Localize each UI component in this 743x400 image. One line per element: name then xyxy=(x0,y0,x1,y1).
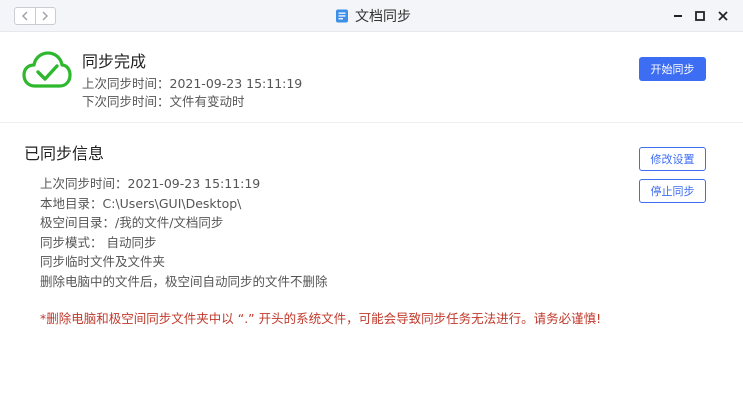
start-sync-button[interactable]: 开始同步 xyxy=(639,57,706,81)
cloud-check-icon xyxy=(22,51,72,88)
window-title-text: 文档同步 xyxy=(355,9,411,25)
chevron-right-icon xyxy=(42,11,49,21)
back-button[interactable] xyxy=(15,8,35,24)
close-icon xyxy=(718,11,728,21)
sync-status-title: 同步完成 xyxy=(82,52,147,71)
chevron-left-icon xyxy=(21,11,28,21)
navigation-buttons xyxy=(14,7,56,25)
maximize-icon xyxy=(695,11,705,21)
info-local-directory: 本地目录：C:\Users\GUI\Desktop\ xyxy=(40,195,242,211)
info-sync-mode: 同步模式： 自动同步 xyxy=(40,234,157,250)
title-bar: 文档同步 xyxy=(0,0,743,32)
synced-info-title: 已同步信息 xyxy=(24,144,105,163)
minimize-icon xyxy=(674,15,682,17)
sync-status-panel: 同步完成 上次同步时间：2021-09-23 15:11:19 下次同步时间：文… xyxy=(0,33,743,123)
stop-sync-button[interactable]: 停止同步 xyxy=(639,179,706,203)
modify-settings-button[interactable]: 修改设置 xyxy=(639,147,706,171)
maximize-button[interactable] xyxy=(693,9,707,23)
info-sync-temp-files: 同步临时文件及文件夹 xyxy=(40,254,166,269)
synced-info-list: 上次同步时间：2021-09-23 15:11:19 本地目录：C:\Users… xyxy=(40,174,328,291)
warning-text: *删除电脑和极空间同步文件夹中以 “.” 开头的系统文件，可能会导致同步任务无法… xyxy=(40,311,602,326)
next-sync-time: 下次同步时间：文件有变动时 xyxy=(82,94,245,109)
info-delete-policy: 删除电脑中的文件后，极空间自动同步的文件不删除 xyxy=(40,273,328,289)
last-sync-time: 上次同步时间：2021-09-23 15:11:19 xyxy=(82,76,303,91)
forward-button[interactable] xyxy=(34,8,56,24)
info-remote-directory: 极空间目录：/我的文件/文档同步 xyxy=(40,215,224,230)
info-last-sync-time: 上次同步时间：2021-09-23 15:11:19 xyxy=(40,176,261,191)
document-sync-app-icon xyxy=(336,9,348,23)
close-button[interactable] xyxy=(716,9,730,23)
minimize-button[interactable] xyxy=(671,9,685,23)
window-title: 文档同步 xyxy=(335,6,411,26)
